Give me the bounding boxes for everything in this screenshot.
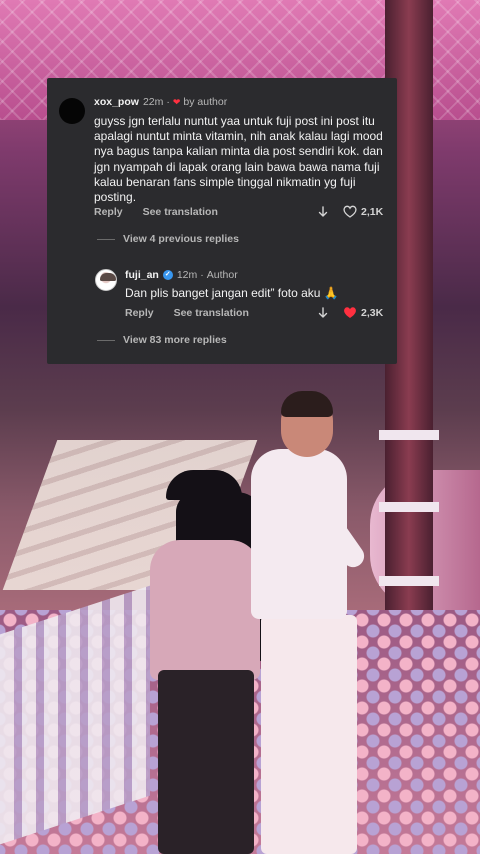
avatar[interactable]	[59, 98, 85, 124]
liked-by-author-label: by author	[183, 96, 228, 108]
comment-time: 22m	[142, 96, 164, 108]
comment-card: xox_pow 22m · ❤ by author guyss jgn terl…	[47, 78, 397, 364]
see-translation-button[interactable]: See translation	[143, 206, 218, 218]
comment-text: guyss jgn terlalu nuntut yaa untuk fuji …	[94, 114, 383, 205]
reply-button[interactable]: Reply	[94, 206, 123, 218]
heart-icon[interactable]	[343, 205, 357, 218]
avatar[interactable]	[95, 269, 117, 291]
comment-username[interactable]: fuji_an	[125, 269, 159, 281]
heart-icon[interactable]	[343, 306, 357, 319]
arrow-down-icon[interactable]	[317, 205, 329, 218]
heart-icon: ❤	[172, 96, 181, 107]
comment-text: Dan plis banget jangan edit” foto aku 🙏	[125, 286, 339, 300]
like-count: 2,3K	[361, 306, 384, 319]
comment-reactions: 2,1K	[317, 205, 383, 218]
view-more-replies-button[interactable]: View 83 more replies	[123, 334, 227, 346]
author-badge: Author	[206, 269, 238, 281]
comment-actions: Reply See translation	[125, 307, 249, 319]
comment-reactions: 2,3K	[317, 306, 383, 319]
arrow-down-icon[interactable]	[317, 306, 329, 319]
comment-time: 12m	[176, 269, 198, 281]
verified-badge-icon: ✓	[162, 270, 173, 280]
see-translation-button[interactable]: See translation	[174, 307, 249, 319]
comment-actions: Reply See translation	[94, 206, 218, 218]
view-previous-replies-button[interactable]: View 4 previous replies	[123, 233, 239, 245]
comment-username[interactable]: xox_pow	[94, 96, 139, 108]
man-figure	[245, 391, 375, 854]
like-count: 2,1K	[361, 205, 384, 218]
reply-button[interactable]: Reply	[125, 307, 154, 319]
comment-meta: xox_pow 22m · ❤ by author	[94, 96, 228, 108]
comment-meta: fuji_an ✓ 12m · Author	[125, 269, 238, 281]
